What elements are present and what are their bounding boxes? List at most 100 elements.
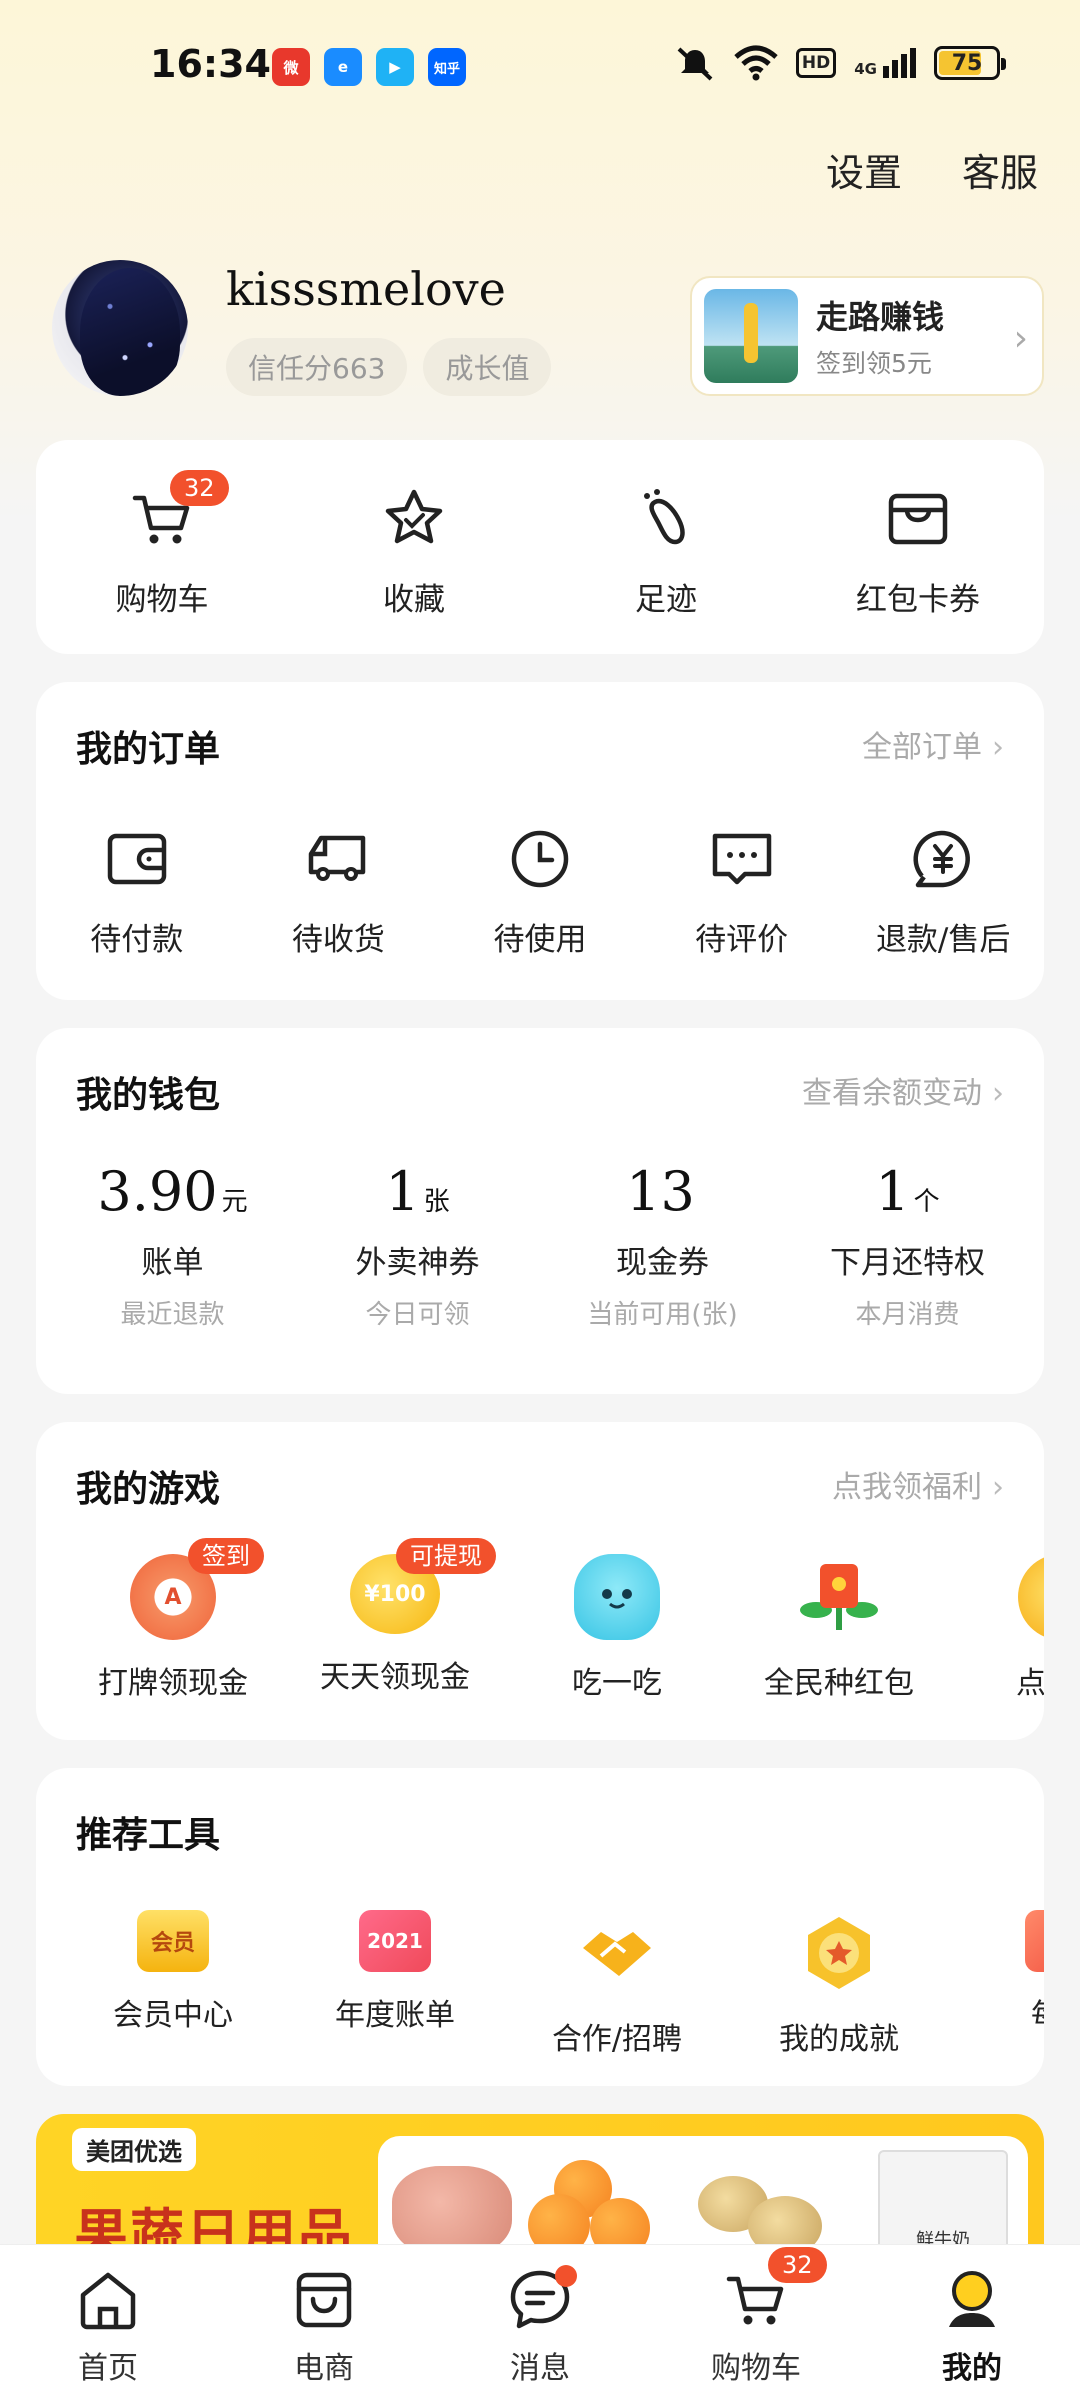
tool-item-annual-bill[interactable]: 2021 年度账单: [284, 1910, 506, 2058]
username[interactable]: kisssmelove: [226, 262, 506, 316]
wallet-item-cash-coupon[interactable]: 13 现金券 当前可用(张): [540, 1160, 785, 1331]
nav-messages[interactable]: 消息: [432, 2245, 648, 2400]
nav-cart[interactable]: 32 购物车: [648, 2245, 864, 2400]
wallet-value: 13: [626, 1160, 699, 1223]
walking-person-icon: [704, 289, 798, 383]
meituan-youxuan-banner[interactable]: 美团优选 果蔬日用品 鲜牛奶: [36, 2114, 1044, 2244]
quick-item-footprint[interactable]: 足迹: [540, 484, 792, 619]
yuan-refund-icon: [908, 824, 978, 894]
quick-item-coupons[interactable]: 红包卡券: [792, 484, 1044, 619]
wallet-label: 外卖神券: [355, 1245, 480, 1281]
order-item-label: 待评价: [695, 922, 789, 958]
tool-item-member[interactable]: 会员 会员中心: [62, 1910, 284, 2058]
games-row[interactable]: A 签到 打牌领现金 ¥100 可提现 天天领现金 吃一吃 全民种红包 ¥ 点点…: [62, 1538, 1044, 1702]
chevron-right-icon: ›: [992, 1470, 1004, 1505]
wallet-value: 1张: [385, 1160, 449, 1223]
wallet-item-takeout-coupon[interactable]: 1张 外卖神券 今日可领: [295, 1160, 540, 1331]
banner-title: 果蔬日用品: [74, 2203, 354, 2244]
tool-item-achievement[interactable]: 我的成就: [728, 1910, 950, 2058]
wallet-value: 3.90 元: [97, 1160, 247, 1223]
my-wallet-card: 我的钱包 查看余额变动 › 3.90 元 账单 最近退款 1张 外卖神券 今日可领 …: [36, 1028, 1044, 1394]
game-item-tap[interactable]: ¥ 点点就: [950, 1554, 1044, 1702]
tool-item-daily[interactable]: ¥ 每日: [950, 1910, 1044, 2058]
nav-ecommerce[interactable]: 电商: [216, 2245, 432, 2400]
profile-pills: 信任分663 成长值: [226, 338, 552, 396]
meat-product-image: [392, 2166, 512, 2244]
game-label: 全民种红包: [764, 1666, 914, 1701]
game-item-poker[interactable]: A 签到 打牌领现金: [62, 1538, 284, 1702]
truck-icon: [303, 824, 373, 894]
order-refund[interactable]: 退款/售后: [842, 824, 1044, 959]
chevron-right-icon: ›: [992, 730, 1004, 765]
wallet-value: 1个: [875, 1160, 939, 1223]
nav-label: 首页: [78, 2351, 138, 2386]
games-title: 我的游戏: [76, 1469, 221, 1510]
settings-link[interactable]: 设置: [826, 142, 902, 197]
wallet-label: 下月还特权: [830, 1245, 985, 1281]
avatar[interactable]: [52, 260, 188, 396]
nav-profile[interactable]: 我的: [864, 2245, 1080, 2400]
wallet-label: 账单: [141, 1245, 204, 1281]
quick-item-favorites[interactable]: 收藏: [288, 484, 540, 619]
my-orders-card: 我的订单 全部订单 › 待付款 待收货 待使用 待评价 退款/售后: [36, 682, 1044, 1000]
game-item-eat[interactable]: 吃一吃: [506, 1554, 728, 1702]
tools-row[interactable]: 会员 会员中心 2021 年度账单 合作/招聘 我的成就 ¥ 每日: [62, 1910, 1044, 2058]
battery-icon: 75: [934, 46, 1006, 80]
nav-label: 购物车: [711, 2351, 801, 2386]
battery-level: 75: [951, 50, 983, 76]
all-orders-link[interactable]: 全部订单 ›: [862, 722, 1004, 766]
wallet-item-next-month[interactable]: 1个 下月还特权 本月消费: [785, 1160, 1030, 1331]
tool-label: 我的成就: [779, 2022, 899, 2057]
order-pending-use[interactable]: 待使用: [439, 824, 641, 959]
game-item-plant-envelope[interactable]: 全民种红包: [728, 1554, 950, 1702]
achievement-icon: [796, 1910, 882, 1996]
order-item-label: 待使用: [493, 922, 587, 958]
wallet-amount: 1: [875, 1160, 910, 1223]
walk-card-subtitle: 签到领5元: [816, 349, 932, 378]
order-pending-review[interactable]: 待评价: [641, 824, 843, 959]
growth-value-pill[interactable]: 成长值: [423, 338, 552, 396]
nav-home[interactable]: 首页: [0, 2245, 216, 2400]
all-orders-label: 全部订单: [862, 730, 982, 765]
member-icon: 会员: [137, 1910, 209, 1972]
banner-products: 鲜牛奶: [378, 2136, 1028, 2244]
tool-item-cooperation[interactable]: 合作/招聘: [506, 1910, 728, 2058]
credit-score-pill[interactable]: 信任分663: [226, 338, 408, 396]
wallet-unit: 元: [221, 1187, 248, 1217]
milk-box-image: 鲜牛奶: [878, 2150, 1008, 2244]
gold-coin-icon: ¥: [1018, 1554, 1044, 1640]
game-label: 天天领现金: [320, 1660, 470, 1695]
quick-item-cart[interactable]: 32 购物车: [36, 470, 288, 619]
wallet-sublabel: 今日可领: [365, 1300, 470, 1330]
footprint-icon: [631, 484, 701, 554]
tool-label: 会员中心: [113, 1998, 233, 2033]
potato-image: [748, 2196, 822, 2244]
recommended-tools-card: 推荐工具 会员 会员中心 2021 年度账单 合作/招聘 我的成就 ¥ 每日: [36, 1768, 1044, 2086]
balance-changes-link[interactable]: 查看余额变动 ›: [802, 1068, 1004, 1112]
my-games-card: 我的游戏 点我领福利 › A 签到 打牌领现金 ¥100 可提现 天天领现金 吃一…: [36, 1422, 1044, 1740]
wifi-icon: [734, 45, 778, 81]
tools-title: 推荐工具: [76, 1815, 221, 1856]
claim-benefits-link[interactable]: 点我领福利 ›: [832, 1462, 1004, 1506]
weibo-icon: 微: [272, 48, 310, 86]
quick-actions-grid: 32 购物车 收藏 足迹 红包卡券: [36, 470, 1044, 619]
game-item-daily-cash[interactable]: ¥100 可提现 天天领现金: [284, 1538, 506, 1702]
cart-badge: 32: [170, 470, 229, 506]
wallet-icon: [102, 824, 172, 894]
tool-label: 合作/招聘: [551, 2022, 683, 2057]
top-links: 设置 客服: [826, 142, 1038, 197]
customer-service-link[interactable]: 客服: [962, 142, 1038, 197]
wallet-sublabel: 当前可用(张): [587, 1300, 738, 1330]
wallet-unit: 个: [913, 1187, 940, 1217]
game-label: 点点就: [1016, 1666, 1044, 1701]
order-pending-receipt[interactable]: 待收货: [238, 824, 440, 959]
bottom-navigation: 首页 电商 消息 32 购物车 我的: [0, 2244, 1080, 2400]
order-pending-payment[interactable]: 待付款: [36, 824, 238, 959]
claim-benefits-label: 点我领福利: [832, 1470, 982, 1505]
wallet-item-bill[interactable]: 3.90 元 账单 最近退款: [50, 1160, 295, 1331]
orders-grid: 待付款 待收货 待使用 待评价 退款/售后: [36, 824, 1044, 959]
walk-to-earn-card[interactable]: 走路赚钱 签到领5元 ›: [690, 276, 1044, 396]
banner-tag: 美团优选: [72, 2128, 196, 2171]
wallet-label: 现金券: [616, 1245, 709, 1281]
game-label: 吃一吃: [572, 1666, 662, 1701]
